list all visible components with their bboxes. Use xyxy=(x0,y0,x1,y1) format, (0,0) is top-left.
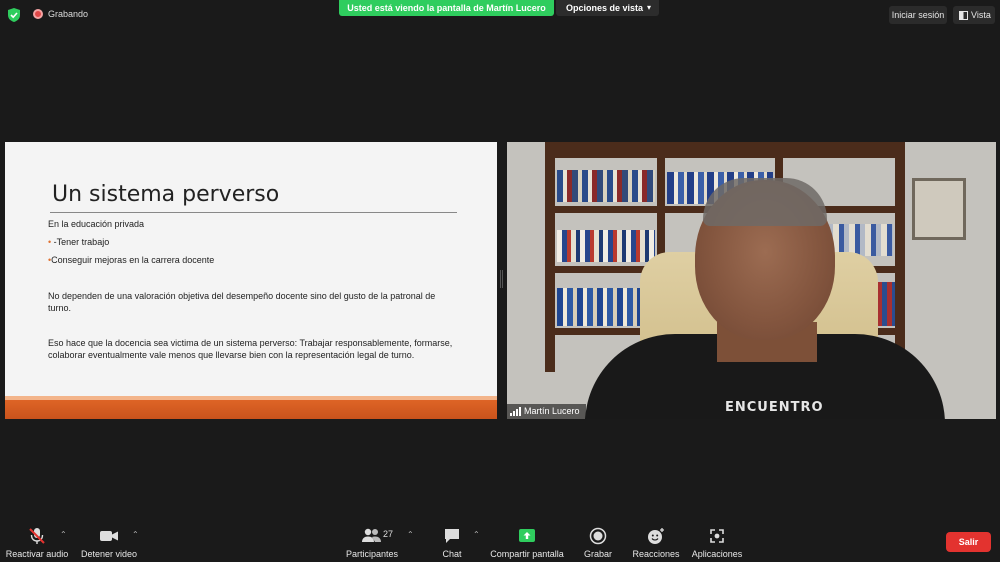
shirt-lettering: ENCUENTRO xyxy=(725,400,824,415)
stop-video-button[interactable]: Detener video xyxy=(78,527,140,559)
apps-label: Aplicaciones xyxy=(691,549,743,559)
stop-video-label: Detener video xyxy=(80,549,138,559)
view-layout-icon xyxy=(959,10,968,20)
share-banner: Usted está viendo la pantalla de Martín … xyxy=(339,0,554,16)
books xyxy=(557,170,655,202)
slide-paragraph: No dependen de una valoración objetiva d… xyxy=(48,291,436,313)
record-icon xyxy=(589,527,607,545)
microphone-muted-icon xyxy=(29,528,45,544)
record-button[interactable]: Grabar xyxy=(578,527,618,559)
record-label: Grabar xyxy=(583,549,612,559)
share-screen-icon xyxy=(519,529,535,542)
chevron-up-icon[interactable]: ⌃ xyxy=(132,530,139,539)
chevron-down-icon: ▾ xyxy=(646,3,651,12)
slide-bullet-item: • -Tener trabajo xyxy=(48,236,458,248)
chevron-up-icon[interactable]: ⌃ xyxy=(473,530,480,539)
books xyxy=(557,230,655,262)
signin-button[interactable]: Iniciar sesión xyxy=(889,6,947,24)
person-hair xyxy=(703,178,827,226)
books xyxy=(557,288,653,326)
slide-title: Un sistema perverso xyxy=(52,182,280,207)
slide-paragraph: Eso hace que la docencia sea victima de … xyxy=(48,338,453,360)
slide-bullet-item: •Conseguir mejoras en la carrera docente xyxy=(48,254,458,266)
reactions-button[interactable]: Reacciones xyxy=(632,527,680,559)
apps-button[interactable]: Aplicaciones xyxy=(690,527,744,559)
slide-line: En la educación privada xyxy=(48,219,145,229)
slide-line: -Tener trabajo xyxy=(53,237,110,247)
recording-label: Grabando xyxy=(48,9,89,19)
chat-button[interactable]: Chat xyxy=(432,527,472,559)
reactions-label: Reacciones xyxy=(632,549,680,559)
share-screen-button[interactable]: Compartir pantalla xyxy=(488,527,566,559)
record-dot-icon xyxy=(33,9,43,19)
smiley-icon xyxy=(648,528,664,544)
chat-label: Chat xyxy=(442,549,462,559)
bookshelf xyxy=(545,142,905,158)
bookshelf xyxy=(545,142,555,372)
participants-label: Participantes xyxy=(345,549,399,559)
resize-handle[interactable] xyxy=(500,270,503,288)
bookshelf xyxy=(895,142,905,372)
participant-video[interactable]: ENCUENTRO Martín Lucero xyxy=(507,142,996,419)
shared-screen: Un sistema perverso En la educación priv… xyxy=(5,142,497,419)
participant-name-tag: Martín Lucero xyxy=(507,404,586,419)
view-options-label: Opciones de vista xyxy=(566,3,644,13)
framed-certificate xyxy=(912,178,966,240)
leave-button[interactable]: Salir xyxy=(946,532,991,552)
signal-strength-icon xyxy=(510,407,521,416)
participants-count: 27 xyxy=(383,529,394,539)
bullet-icon: • xyxy=(48,237,52,247)
participant-name: Martín Lucero xyxy=(524,406,580,416)
chat-bubble-icon xyxy=(445,529,459,543)
view-button[interactable]: Vista xyxy=(953,6,995,24)
video-camera-icon xyxy=(100,531,118,541)
participants-icon xyxy=(362,528,381,542)
view-options-button[interactable]: Opciones de vista ▾ xyxy=(556,0,659,16)
slide-divider xyxy=(50,212,457,213)
slide-footer-bar xyxy=(5,400,497,419)
shield-icon[interactable] xyxy=(8,8,20,22)
unmute-label: Reactivar audio xyxy=(5,549,69,559)
chevron-up-icon[interactable]: ⌃ xyxy=(407,530,414,539)
top-bar: Grabando Usted está viendo la pantalla d… xyxy=(0,0,1000,30)
view-label: Vista xyxy=(971,10,991,20)
chevron-up-icon[interactable]: ⌃ xyxy=(60,530,67,539)
share-screen-label: Compartir pantalla xyxy=(490,549,564,559)
recording-indicator[interactable]: Grabando xyxy=(33,9,88,19)
slide-line: Conseguir mejoras en la carrera docente xyxy=(51,255,215,265)
apps-icon xyxy=(710,529,724,543)
meeting-toolbar: Reactivar audio ⌃ Detener video ⌃ Partic… xyxy=(0,520,1000,562)
